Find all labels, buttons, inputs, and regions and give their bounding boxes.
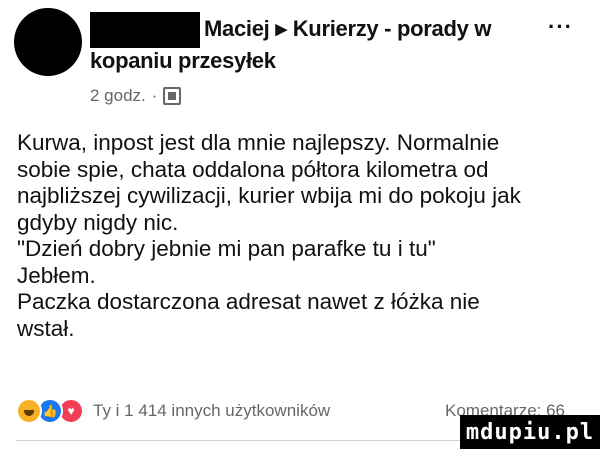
post-body-line: Paczka dostarczona adresat nawet z łóżka…: [17, 289, 480, 314]
watermark-logo: mdupiu.pl: [460, 415, 600, 449]
post-body-line: gdyby nigdy nic.: [17, 209, 179, 235]
redacted-name: [90, 12, 200, 48]
post-body-line: wstał.: [17, 315, 75, 341]
meta-separator: ·: [151, 86, 158, 105]
post-body-line: najbliższej cywilizacji, kurier wbija mi…: [17, 183, 521, 208]
group-name-continued[interactable]: kopaniu przesyłek: [90, 48, 276, 74]
post-meta: 2 godz. ·: [90, 86, 182, 106]
reaction-count[interactable]: Ty i 1 414 innych użytkowników: [93, 401, 330, 421]
avatar[interactable]: [14, 8, 82, 76]
post-body-line: "Dzień dobry jebnie mi pan parafke tu i …: [17, 236, 436, 261]
reactions-summary[interactable]: 👍 ♥ Ty i 1 414 innych użytkowników: [16, 398, 330, 424]
post-body-line: sobie spie, chata oddalona półtora kilom…: [17, 156, 489, 182]
post-header: Maciej ▶ Kurierzy - porady w: [204, 16, 491, 42]
author-name[interactable]: Maciej: [204, 16, 270, 41]
triangle-right-icon: ▶: [275, 21, 287, 38]
post-body-line: Kurwa, inpost jest dla mnie najlepszy. N…: [17, 130, 500, 155]
group-name[interactable]: Kurierzy - porady w: [293, 16, 492, 41]
post-body: Kurwa, inpost jest dla mnie najlepszy. N…: [17, 130, 592, 342]
haha-reaction-icon: [16, 398, 42, 424]
post-body-line: Jebłem.: [17, 262, 96, 288]
group-audience-icon: [163, 87, 182, 105]
post-time[interactable]: 2 godz.: [90, 86, 146, 106]
more-options-button[interactable]: ···: [548, 14, 573, 40]
